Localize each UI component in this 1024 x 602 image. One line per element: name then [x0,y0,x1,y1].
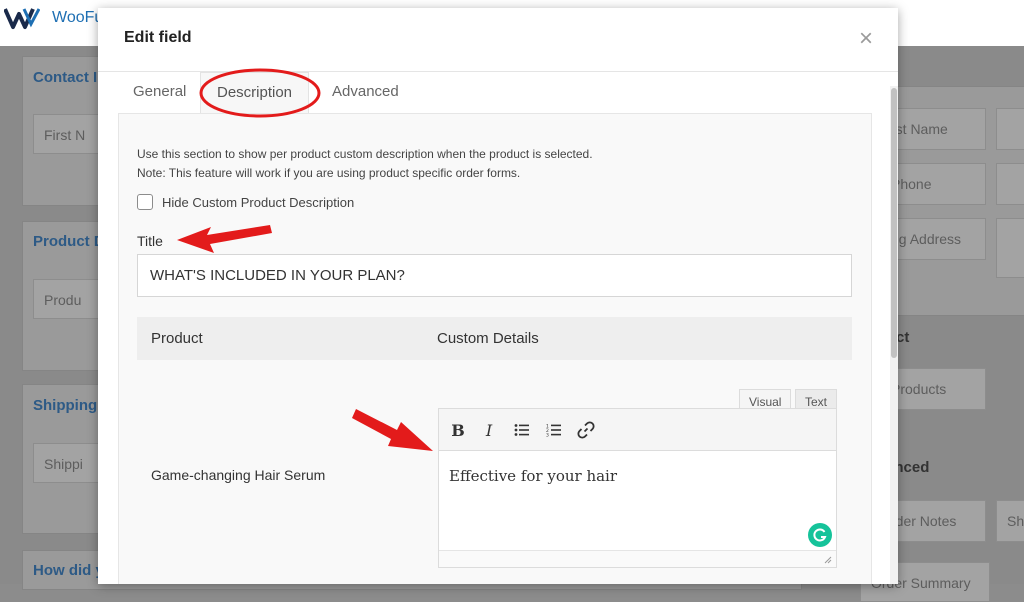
editor-content[interactable]: Effective for your hair [449,467,617,485]
modal-tabs: General Description Advanced [118,72,878,114]
bg-heading-product-right: ct [896,329,910,346]
bg-field-right-extra-3 [996,218,1024,278]
product-name: Game-changing Hair Serum [151,467,326,483]
title-label: Title [137,233,163,249]
modal-title: Edit field [124,29,192,46]
grammarly-icon[interactable] [808,523,832,547]
edit-field-modal: Edit field × General Description Advance… [98,8,898,584]
link-icon [577,421,595,439]
table-header: Product Custom Details [137,317,852,360]
tab-advanced[interactable]: Advanced [332,72,399,114]
grammarly-glyph [813,528,827,542]
app-logo-icon [4,8,40,29]
bg-field-right-extra-2 [996,163,1024,205]
title-input[interactable] [137,254,852,297]
bg-heading-shipping: Shipping [33,397,98,414]
numbered-list-icon: 1 2 3 [546,424,561,438]
bg-field-first-name: First N [33,114,103,154]
bold-button[interactable]: B [446,418,470,442]
editor-toolbar: B I 1 2 3 [439,409,836,451]
bg-field-sh: Sh [996,500,1024,542]
bulleted-list-icon [514,424,529,436]
header-product: Product [151,330,203,347]
bg-field-shipping: Shippi [33,443,103,483]
modal-header: Edit field × [98,8,898,72]
custom-details-editor[interactable]: B I 1 2 3 Effective for your hair [438,408,837,568]
bg-heading-contact: Contact In [33,69,107,86]
description-note: Note: This feature will work if you are … [137,166,521,180]
editor-statusbar [439,550,836,567]
tab-description[interactable]: Description [200,72,310,114]
italic-button[interactable]: I [477,418,501,442]
header-custom-details: Custom Details [437,330,539,347]
scrollbar-thumb[interactable] [891,88,897,358]
description-text: Use this section to show per product cus… [137,147,593,161]
app-name: WooFu [52,9,104,26]
bg-field-right-extra-1 [996,108,1024,150]
bg-heading-product: Product D [33,233,105,250]
link-button[interactable] [574,418,598,442]
numbered-list-button[interactable]: 1 2 3 [542,418,566,442]
close-icon[interactable]: × [855,27,877,51]
svg-text:3: 3 [546,433,549,438]
tab-general[interactable]: General [133,72,186,114]
bulleted-list-button[interactable] [510,418,534,442]
hide-description-checkbox[interactable] [137,194,153,210]
resize-handle-icon[interactable] [822,554,832,564]
bg-field-product: Produ [33,279,103,319]
hide-description-label[interactable]: Hide Custom Product Description [162,195,354,210]
